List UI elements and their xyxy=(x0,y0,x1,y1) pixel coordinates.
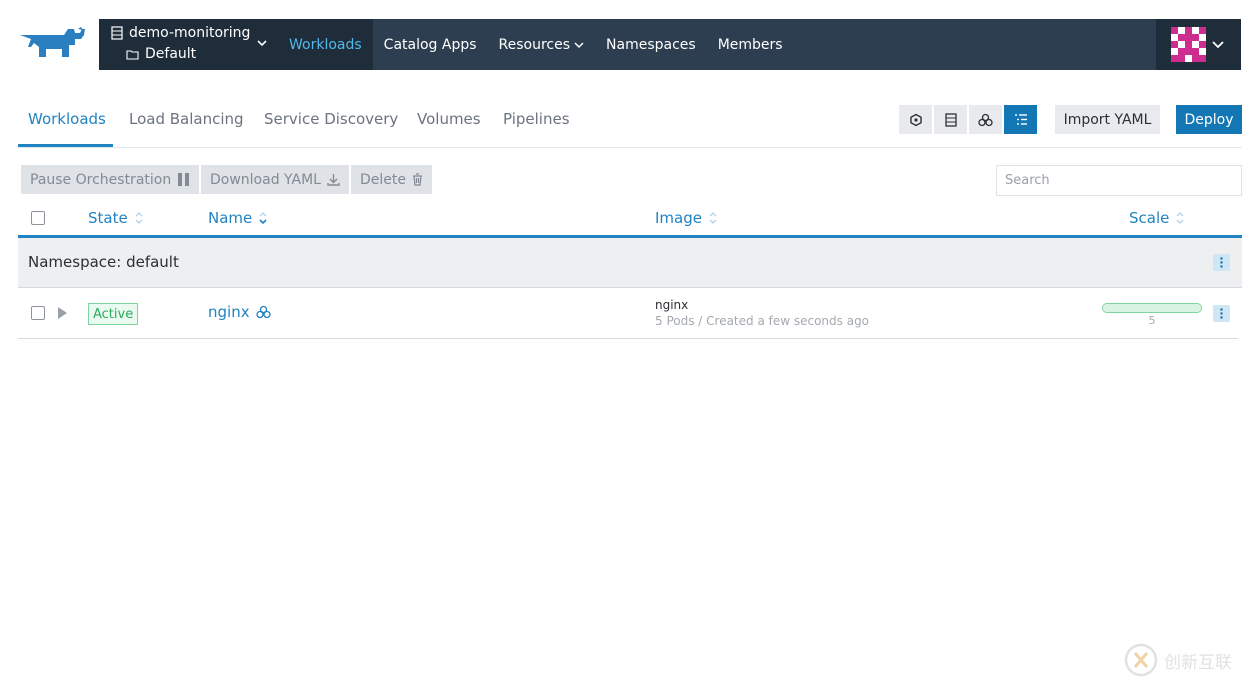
delete-button[interactable]: Delete xyxy=(351,165,432,194)
sort-icon xyxy=(259,212,267,225)
nav-workloads[interactable]: Workloads xyxy=(278,19,373,70)
top-navigation-bar: demo-monitoring Default Workloads Catalo… xyxy=(99,19,1241,70)
nav-workloads-label: Workloads xyxy=(289,36,362,53)
expand-row-icon[interactable] xyxy=(58,307,67,319)
project-name: Default xyxy=(126,46,196,62)
sort-icon xyxy=(135,212,143,224)
row-select-checkbox[interactable] xyxy=(31,306,45,320)
watermark-text: 创新互联 xyxy=(1164,652,1232,673)
nav-catalog-apps[interactable]: Catalog Apps xyxy=(373,19,488,70)
column-header-image[interactable]: Image xyxy=(655,209,718,227)
cluster-icon xyxy=(111,26,123,40)
column-image-label: Image xyxy=(655,209,702,227)
scale-count: 5 xyxy=(1148,314,1156,327)
workload-actions-button[interactable] xyxy=(1213,305,1230,322)
table-row: Active nginx nginx 5 Pods / Created a fe… xyxy=(18,289,1238,339)
tab-load-balancing[interactable]: Load Balancing xyxy=(129,110,244,128)
status-badge: Active xyxy=(88,303,139,325)
active-tab-indicator xyxy=(18,144,113,147)
workload-image: nginx xyxy=(655,298,689,312)
column-header-state[interactable]: State xyxy=(88,209,144,227)
view-mode-group xyxy=(899,105,1037,134)
avatar xyxy=(1171,27,1206,62)
download-yaml-label: Download YAML xyxy=(210,171,321,188)
watermark-logo-icon xyxy=(1124,643,1158,677)
chevron-down-icon xyxy=(257,40,267,47)
pause-icon xyxy=(178,173,190,186)
pause-orchestration-button[interactable]: Pause Orchestration xyxy=(21,165,200,194)
workload-name-link[interactable]: nginx xyxy=(208,303,271,321)
column-name-label: Name xyxy=(208,209,253,227)
node-list-icon xyxy=(944,112,957,127)
namespace-group-label: Namespace: default xyxy=(28,253,179,271)
search-input[interactable] xyxy=(996,165,1242,196)
select-all-checkbox[interactable] xyxy=(31,211,45,225)
pause-orchestration-label: Pause Orchestration xyxy=(30,171,172,188)
namespace-actions-button[interactable] xyxy=(1213,254,1230,271)
tab-volumes[interactable]: Volumes xyxy=(417,110,481,128)
deploy-button[interactable]: Deploy xyxy=(1176,105,1242,134)
workload-group-icon xyxy=(978,113,993,126)
download-yaml-button[interactable]: Download YAML xyxy=(201,165,349,194)
nav-members-label: Members xyxy=(717,36,783,53)
flat-list-icon xyxy=(1014,114,1027,125)
chevron-down-icon xyxy=(1212,41,1224,49)
download-icon xyxy=(327,174,340,186)
column-state-label: State xyxy=(88,209,128,227)
flat-list-button[interactable] xyxy=(1004,105,1037,134)
node-list-button[interactable] xyxy=(934,105,967,134)
workload-group-icon xyxy=(255,305,271,319)
namespace-group-row: Namespace: default xyxy=(18,238,1242,288)
nav-catalog-apps-label: Catalog Apps xyxy=(383,36,477,53)
column-scale-label: Scale xyxy=(1129,209,1170,227)
tab-workloads[interactable]: Workloads xyxy=(28,110,106,128)
column-header-scale[interactable]: Scale xyxy=(1129,209,1185,227)
main-nav: Workloads Catalog Apps Resources Namespa… xyxy=(278,19,794,70)
column-header-name[interactable]: Name xyxy=(208,209,268,227)
project-name-label: Default xyxy=(145,46,197,62)
workload-meta: 5 Pods / Created a few seconds ago xyxy=(655,314,870,328)
delete-label: Delete xyxy=(360,171,406,188)
rancher-logo[interactable] xyxy=(18,27,88,61)
node-view-icon xyxy=(909,113,922,126)
tab-pipelines[interactable]: Pipelines xyxy=(503,110,570,128)
nav-namespaces-label: Namespaces xyxy=(606,36,696,53)
tab-service-discovery[interactable]: Service Discovery xyxy=(264,110,398,128)
chevron-down-icon xyxy=(574,41,584,48)
scale-progress-fill xyxy=(1103,304,1201,312)
cluster-name-label: demo-monitoring xyxy=(129,25,251,41)
nav-resources[interactable]: Resources xyxy=(488,19,596,70)
kebab-menu-icon xyxy=(1220,257,1223,268)
sort-icon xyxy=(1176,212,1184,224)
sort-icon xyxy=(709,212,717,224)
user-menu[interactable] xyxy=(1156,19,1241,70)
nav-namespaces[interactable]: Namespaces xyxy=(595,19,707,70)
workload-group-button[interactable] xyxy=(969,105,1002,134)
import-yaml-button[interactable]: Import YAML xyxy=(1055,105,1160,134)
kebab-menu-icon xyxy=(1220,308,1223,319)
cluster-name: demo-monitoring xyxy=(111,25,250,41)
node-view-button[interactable] xyxy=(899,105,932,134)
nav-resources-label: Resources xyxy=(498,36,571,53)
watermark: 创新互联 xyxy=(1124,643,1232,677)
workload-name-label: nginx xyxy=(208,303,250,321)
scale-progress-bar xyxy=(1102,303,1202,313)
trash-icon xyxy=(413,173,422,186)
cluster-project-switcher[interactable]: demo-monitoring Default xyxy=(99,19,278,70)
nav-members[interactable]: Members xyxy=(707,19,794,70)
folder-icon xyxy=(126,49,139,60)
